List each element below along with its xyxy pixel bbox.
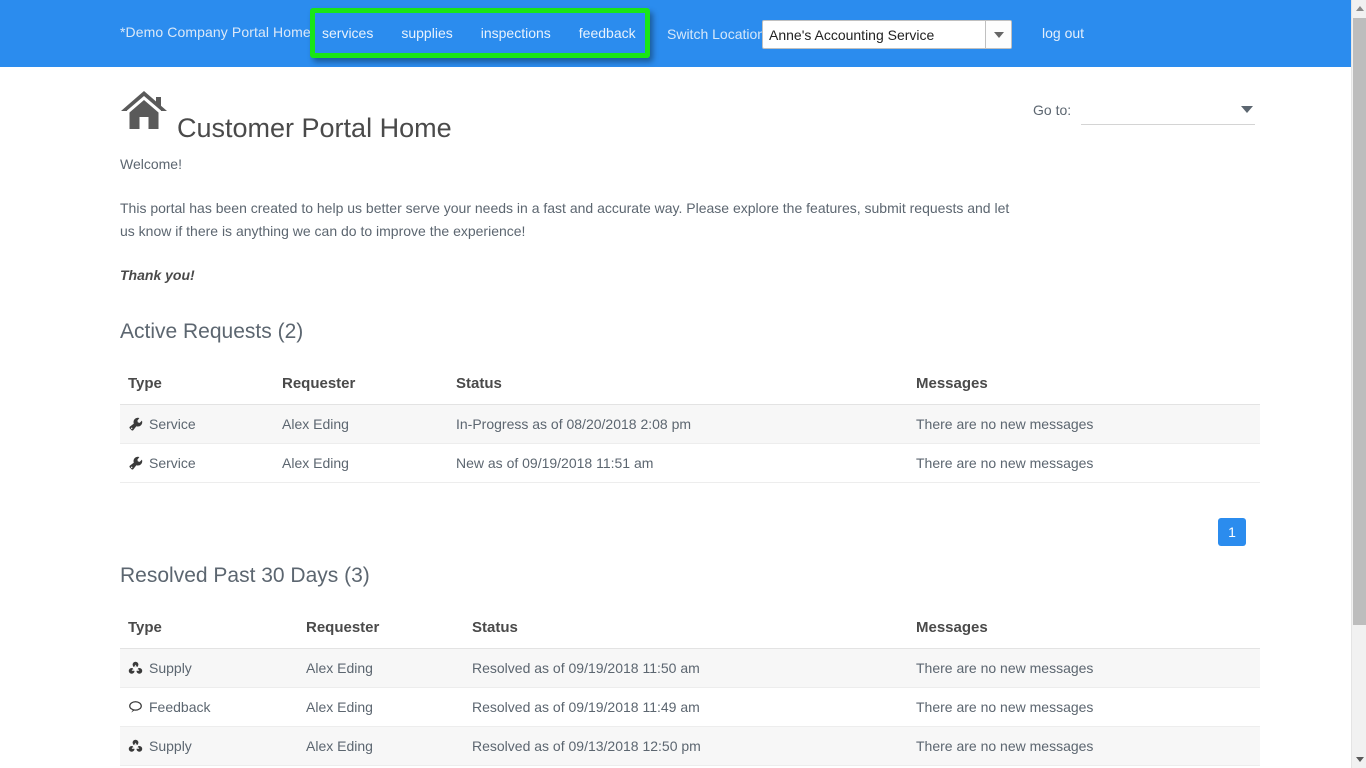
resolved-requests-table: Type Requester Status Messages xyxy=(120,619,1260,766)
page-title-row: Customer Portal Home Go to: xyxy=(0,89,1351,147)
column-header-requester: Requester xyxy=(298,619,464,649)
type-label: Service xyxy=(149,416,196,432)
chevron-down-icon[interactable] xyxy=(985,21,1011,48)
cell-type: Feedback xyxy=(120,688,298,727)
wrench-icon xyxy=(128,417,143,432)
cell-status: In-Progress as of 08/20/2018 2:08 pm xyxy=(448,405,908,444)
cell-messages: There are no new messages xyxy=(908,405,1260,444)
cell-status: Resolved as of 09/19/2018 11:49 am xyxy=(464,688,908,727)
thank-you-text: Thank you! xyxy=(0,264,1351,287)
table-header-row: Type Requester Status Messages xyxy=(120,619,1260,649)
table-header-row: Type Requester Status Messages xyxy=(120,375,1260,405)
cell-type: Supply xyxy=(120,727,298,766)
cell-type: Service xyxy=(120,444,274,483)
table-row[interactable]: Feedback Alex Eding Resolved as of 09/19… xyxy=(120,688,1260,727)
site-header: *Demo Company Portal Home services suppl… xyxy=(0,0,1351,67)
page-content: Customer Portal Home Go to: Welcome! Thi… xyxy=(0,89,1351,768)
page-title: Customer Portal Home xyxy=(177,107,452,149)
table-row[interactable]: Service Alex Eding New as of 09/19/2018 … xyxy=(120,444,1260,483)
column-header-requester: Requester xyxy=(274,375,448,405)
site-header-inner: *Demo Company Portal Home services suppl… xyxy=(0,0,1351,67)
type-label: Supply xyxy=(149,660,192,676)
boxes-icon xyxy=(128,739,143,754)
primary-nav: services supplies inspections feedback xyxy=(322,22,636,44)
cell-requester: Alex Eding xyxy=(298,649,464,688)
column-header-type: Type xyxy=(120,375,274,405)
wrench-icon xyxy=(128,456,143,471)
cell-type: Service xyxy=(120,405,274,444)
page-root: *Demo Company Portal Home services suppl… xyxy=(0,0,1366,768)
cell-status: New as of 09/19/2018 11:51 am xyxy=(448,444,908,483)
pagination-page-1[interactable]: 1 xyxy=(1218,518,1246,546)
cell-messages: There are no new messages xyxy=(908,727,1260,766)
scrollbar-down-arrow-icon[interactable] xyxy=(1352,751,1366,768)
intro-paragraph: This portal has been created to help us … xyxy=(0,197,1130,243)
comment-icon xyxy=(128,700,143,715)
cell-status: Resolved as of 09/13/2018 12:50 pm xyxy=(464,727,908,766)
column-header-status: Status xyxy=(464,619,908,649)
home-icon xyxy=(120,89,168,131)
logout-link[interactable]: log out xyxy=(1042,25,1084,41)
brand-link[interactable]: *Demo Company Portal Home xyxy=(120,24,311,40)
table-row[interactable]: Supply Alex Eding Resolved as of 09/13/2… xyxy=(120,727,1260,766)
resolved-requests-heading: Resolved Past 30 Days (3) xyxy=(0,564,1351,588)
cell-requester: Alex Eding xyxy=(274,405,448,444)
welcome-text: Welcome! xyxy=(0,153,1351,176)
cell-requester: Alex Eding xyxy=(274,444,448,483)
column-header-messages: Messages xyxy=(908,619,1260,649)
cell-requester: Alex Eding xyxy=(298,688,464,727)
column-header-messages: Messages xyxy=(908,375,1260,405)
column-header-status: Status xyxy=(448,375,908,405)
active-requests-heading: Active Requests (2) xyxy=(0,320,1351,344)
column-header-type: Type xyxy=(120,619,298,649)
chevron-down-icon[interactable] xyxy=(1241,106,1253,113)
type-label: Service xyxy=(149,455,196,471)
goto-dropdown[interactable]: Go to: xyxy=(1033,97,1255,127)
switch-location-label: Switch Location xyxy=(667,26,765,42)
location-select[interactable]: Anne's Accounting Service xyxy=(762,20,1012,49)
table-row[interactable]: Supply Alex Eding Resolved as of 09/19/2… xyxy=(120,649,1260,688)
cell-requester: Alex Eding xyxy=(298,727,464,766)
goto-label: Go to: xyxy=(1033,102,1071,118)
nav-item-feedback[interactable]: feedback xyxy=(579,25,636,41)
cell-messages: There are no new messages xyxy=(908,444,1260,483)
cell-status: Resolved as of 09/19/2018 11:50 am xyxy=(464,649,908,688)
boxes-icon xyxy=(128,661,143,676)
nav-item-supplies[interactable]: supplies xyxy=(401,25,452,41)
scrollbar-thumb[interactable] xyxy=(1353,18,1366,625)
nav-item-services[interactable]: services xyxy=(322,25,373,41)
location-select-value: Anne's Accounting Service xyxy=(763,21,985,48)
cell-messages: There are no new messages xyxy=(908,649,1260,688)
table-row[interactable]: Service Alex Eding In-Progress as of 08/… xyxy=(120,405,1260,444)
browser-viewport: *Demo Company Portal Home services suppl… xyxy=(0,0,1351,768)
nav-item-inspections[interactable]: inspections xyxy=(481,25,551,41)
active-requests-pagination: 1 xyxy=(0,518,1351,546)
type-label: Supply xyxy=(149,738,192,754)
type-label: Feedback xyxy=(149,699,210,715)
cell-messages: There are no new messages xyxy=(908,688,1260,727)
scrollbar-up-arrow-icon[interactable] xyxy=(1352,0,1366,17)
goto-select-field[interactable] xyxy=(1081,97,1255,125)
vertical-scrollbar[interactable] xyxy=(1351,0,1366,768)
active-requests-table: Type Requester Status Messages xyxy=(120,375,1260,483)
cell-type: Supply xyxy=(120,649,298,688)
